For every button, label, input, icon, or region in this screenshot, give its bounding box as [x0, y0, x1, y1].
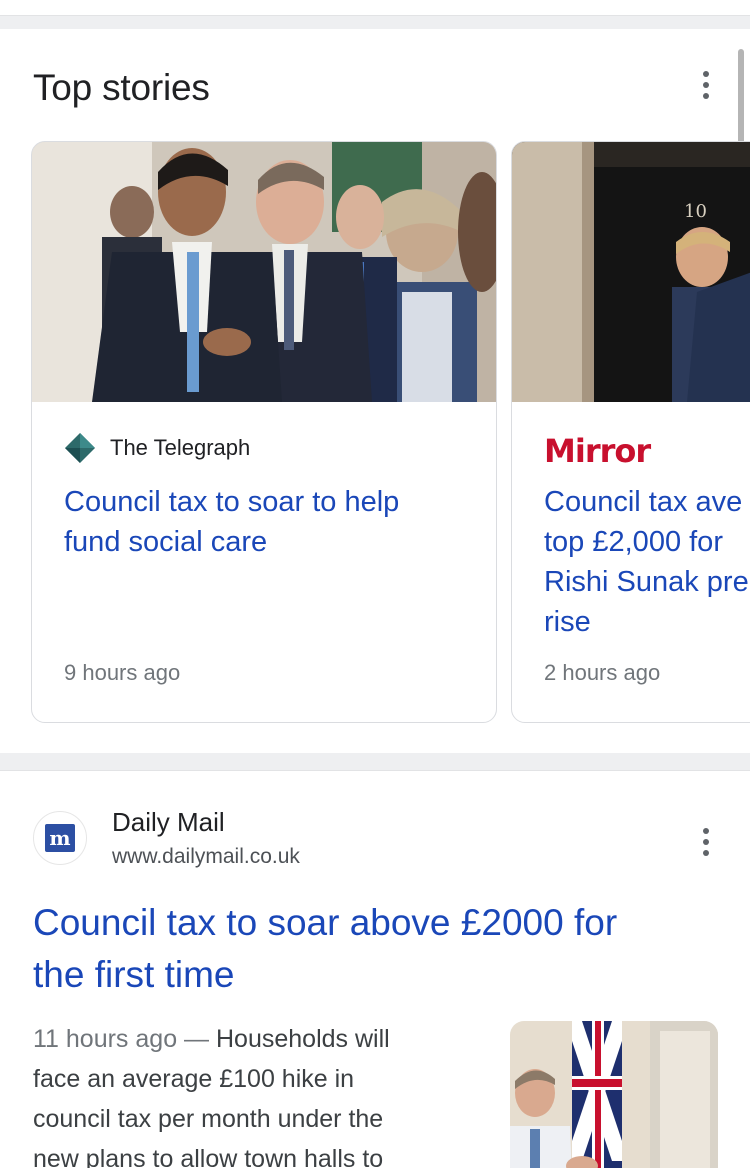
mirror-logo: Mirror	[544, 432, 651, 470]
headline-line: fund social care	[64, 526, 268, 558]
dailymail-favicon-icon: m	[33, 811, 87, 865]
story-headline[interactable]: Council tax to soar to help fund social …	[64, 482, 484, 562]
more-options-icon[interactable]	[694, 822, 718, 862]
more-options-icon[interactable]	[694, 65, 718, 105]
story-source: Mirror	[544, 432, 651, 470]
title-line: the first time	[33, 954, 235, 995]
result-snippet: 11 hours ago — Households will face an a…	[33, 1019, 453, 1168]
search-result-card: m Daily Mail www.dailymail.co.uk Council…	[0, 770, 750, 1168]
title-line: Council tax to soar above £2000 for	[33, 902, 618, 943]
story-image: 10	[512, 142, 750, 402]
headline-line: Council tax ave	[544, 486, 743, 518]
svg-text:10: 10	[684, 201, 707, 222]
story-image	[32, 142, 496, 402]
story-timestamp: 2 hours ago	[544, 660, 661, 685]
top-spacer	[0, 0, 750, 15]
result-title-link[interactable]: Council tax to soar above £2000 for the …	[33, 897, 723, 1001]
story-source: The Telegraph	[64, 432, 250, 464]
result-thumbnail[interactable]	[510, 1021, 718, 1168]
snippet-line: new plans to allow town halls to	[33, 1145, 384, 1168]
headline-line: rise	[544, 606, 591, 638]
top-stories-card: Top stories The Telegraph Council tax to…	[0, 29, 750, 753]
story-timestamp: 9 hours ago	[64, 660, 181, 685]
telegraph-logo-icon	[65, 433, 95, 463]
source-name: The Telegraph	[110, 435, 251, 460]
separator: —	[177, 1025, 216, 1053]
story-headline[interactable]: Council tax ave top £2,000 for Rishi Sun…	[544, 482, 750, 642]
headline-line: Council tax to soar to help	[64, 486, 400, 518]
site-url[interactable]: www.dailymail.co.uk	[112, 845, 300, 869]
snippet-line: Households will	[216, 1025, 390, 1053]
snippet-line: council tax per month under the	[33, 1105, 384, 1133]
headline-line: top £2,000 for	[544, 526, 723, 558]
section-divider	[0, 15, 750, 29]
section-title: Top stories	[33, 67, 210, 108]
result-timestamp: 11 hours ago	[33, 1025, 178, 1053]
headline-line: Rishi Sunak pre	[544, 566, 749, 598]
story-card-telegraph[interactable]: The Telegraph Council tax to soar to hel…	[31, 141, 497, 723]
site-name[interactable]: Daily Mail	[112, 807, 225, 838]
snippet-line: face an average £100 hike in	[33, 1065, 355, 1093]
story-card-mirror[interactable]: 10 Mirror Council tax ave top £2,000 for…	[511, 141, 750, 723]
